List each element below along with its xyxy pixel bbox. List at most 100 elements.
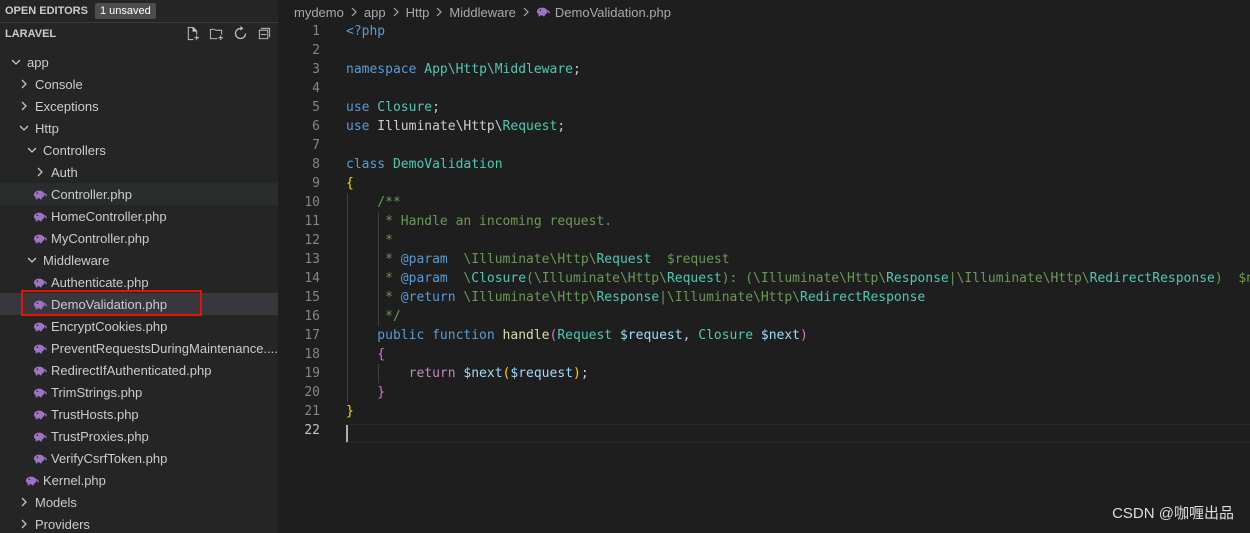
php-file-icon [32, 453, 48, 464]
line-number: 20 [304, 385, 320, 400]
file-tree: app Console Exceptions Http Controllers Auth C… [0, 51, 278, 533]
code-line: 19 return $next($request); [278, 364, 1250, 383]
chevron-right-icon [350, 5, 358, 20]
code-line: 3 namespace App\Http\Middleware; [278, 60, 1250, 79]
tree-item-label: Kernel.php [43, 472, 106, 488]
file-item[interactable]: TrimStrings.php [0, 381, 278, 403]
chevron-down-icon[interactable] [16, 123, 32, 133]
tree-item-label: Authenticate.php [51, 274, 149, 290]
php-file-icon [32, 321, 48, 332]
folder-item[interactable]: app [0, 51, 278, 73]
file-item[interactable]: Kernel.php [0, 469, 278, 491]
file-item[interactable]: Authenticate.php [0, 271, 278, 293]
code-text: * Handle an incoming request. [346, 214, 613, 229]
folder-item[interactable]: Controllers [0, 139, 278, 161]
tree-item-label: app [27, 54, 49, 70]
php-file-icon [24, 475, 40, 486]
php-file-icon [32, 189, 48, 200]
file-item[interactable]: RedirectIfAuthenticated.php [0, 359, 278, 381]
folder-item[interactable]: Models [0, 491, 278, 513]
project-header[interactable]: LARAVEL [0, 22, 278, 45]
code-text: * @param \Closure(\Illuminate\Http\Reque… [346, 271, 1250, 286]
line-number: 21 [304, 404, 320, 419]
php-file-icon [32, 233, 48, 244]
code-line: 14 * @param \Closure(\Illuminate\Http\Re… [278, 269, 1250, 288]
code-line: 6 use Illuminate\Http\Request; [278, 117, 1250, 136]
file-item[interactable]: VerifyCsrfToken.php [0, 447, 278, 469]
code-text: /** [346, 195, 401, 210]
refresh-icon[interactable] [233, 26, 248, 44]
php-file-icon [32, 431, 48, 442]
code-line: 7 [278, 136, 1250, 155]
php-file-icon [32, 365, 48, 376]
tree-item-label: DemoValidation.php [51, 296, 168, 312]
folder-item[interactable]: Console [0, 73, 278, 95]
code-line: 1 <?php [278, 22, 1250, 41]
code-view[interactable]: 1 <?php 2 3 namespace App\Http\Middleware; 4 5… [278, 22, 1250, 443]
breadcrumb-item[interactable]: app [364, 5, 386, 20]
chevron-right-icon[interactable] [32, 167, 48, 177]
php-file-icon [32, 299, 48, 310]
tree-item-label: Controller.php [51, 186, 132, 202]
file-item[interactable]: EncryptCookies.php [0, 315, 278, 337]
tree-item-label: RedirectIfAuthenticated.php [51, 362, 212, 378]
chevron-right-icon[interactable] [16, 519, 32, 529]
folder-item[interactable]: Auth [0, 161, 278, 183]
folder-item[interactable]: Http [0, 117, 278, 139]
chevron-right-icon [522, 5, 530, 20]
line-number: 7 [312, 138, 320, 153]
breadcrumb-item[interactable]: Middleware [449, 5, 515, 20]
breadcrumb-item[interactable]: mydemo [294, 5, 344, 20]
tree-item-label: Auth [51, 164, 78, 180]
code-text: * @return \Illuminate\Http\Response|\Ill… [346, 290, 926, 305]
line-number: 18 [304, 347, 320, 362]
open-editors-header[interactable]: OPEN EDITORS 1 unsaved [0, 0, 278, 22]
line-number: 10 [304, 195, 320, 210]
file-item[interactable]: TrustHosts.php [0, 403, 278, 425]
code-line: 16 */ [278, 307, 1250, 326]
tree-item-label: Controllers [43, 142, 106, 158]
new-file-icon[interactable] [185, 26, 200, 44]
code-line: 11 * Handle an incoming request. [278, 212, 1250, 231]
folder-item[interactable]: Middleware [0, 249, 278, 271]
new-folder-icon[interactable] [209, 26, 224, 44]
code-text: */ [346, 309, 401, 324]
php-file-icon [32, 409, 48, 420]
indent-guide [378, 364, 379, 383]
code-text: namespace App\Http\Middleware; [346, 62, 581, 77]
file-item[interactable]: HomeController.php [0, 205, 278, 227]
line-number: 8 [312, 157, 320, 172]
file-item[interactable]: MyController.php [0, 227, 278, 249]
breadcrumb-item[interactable]: Http [406, 5, 430, 20]
php-file-icon [32, 211, 48, 222]
file-item[interactable]: TrustProxies.php [0, 425, 278, 447]
chevron-right-icon[interactable] [16, 79, 32, 89]
line-number: 4 [312, 81, 320, 96]
code-line: 9{ [278, 174, 1250, 193]
chevron-down-icon[interactable] [8, 57, 24, 67]
chevron-right-icon[interactable] [16, 497, 32, 507]
tree-item-label: TrimStrings.php [51, 384, 143, 400]
folder-item[interactable]: Providers [0, 513, 278, 533]
folder-item[interactable]: Exceptions [0, 95, 278, 117]
line-number: 2 [312, 43, 320, 58]
collapse-all-icon[interactable] [257, 26, 272, 44]
unsaved-badge: 1 unsaved [94, 3, 156, 19]
line-number: 5 [312, 100, 320, 115]
code-text: } [346, 385, 386, 400]
chevron-right-icon[interactable] [16, 101, 32, 111]
code-line: 12 * [278, 231, 1250, 250]
file-item[interactable]: DemoValidation.php [0, 293, 278, 315]
chevron-down-icon[interactable] [24, 145, 40, 155]
file-item[interactable]: Controller.php [0, 183, 278, 205]
line-number: 17 [304, 328, 320, 343]
breadcrumb-item[interactable]: DemoValidation.php [555, 5, 671, 20]
project-title: LARAVEL [5, 28, 57, 40]
watermark: CSDN @咖喱出品 [1112, 505, 1234, 522]
chevron-down-icon[interactable] [24, 255, 40, 265]
file-item[interactable]: PreventRequestsDuringMaintenance.... [0, 337, 278, 359]
editor-area: mydemo app Http Middleware DemoValidation.ph… [278, 0, 1250, 533]
code-line: 21} [278, 402, 1250, 421]
tree-item-label: Exceptions [35, 98, 99, 114]
line-number: 15 [304, 290, 320, 305]
